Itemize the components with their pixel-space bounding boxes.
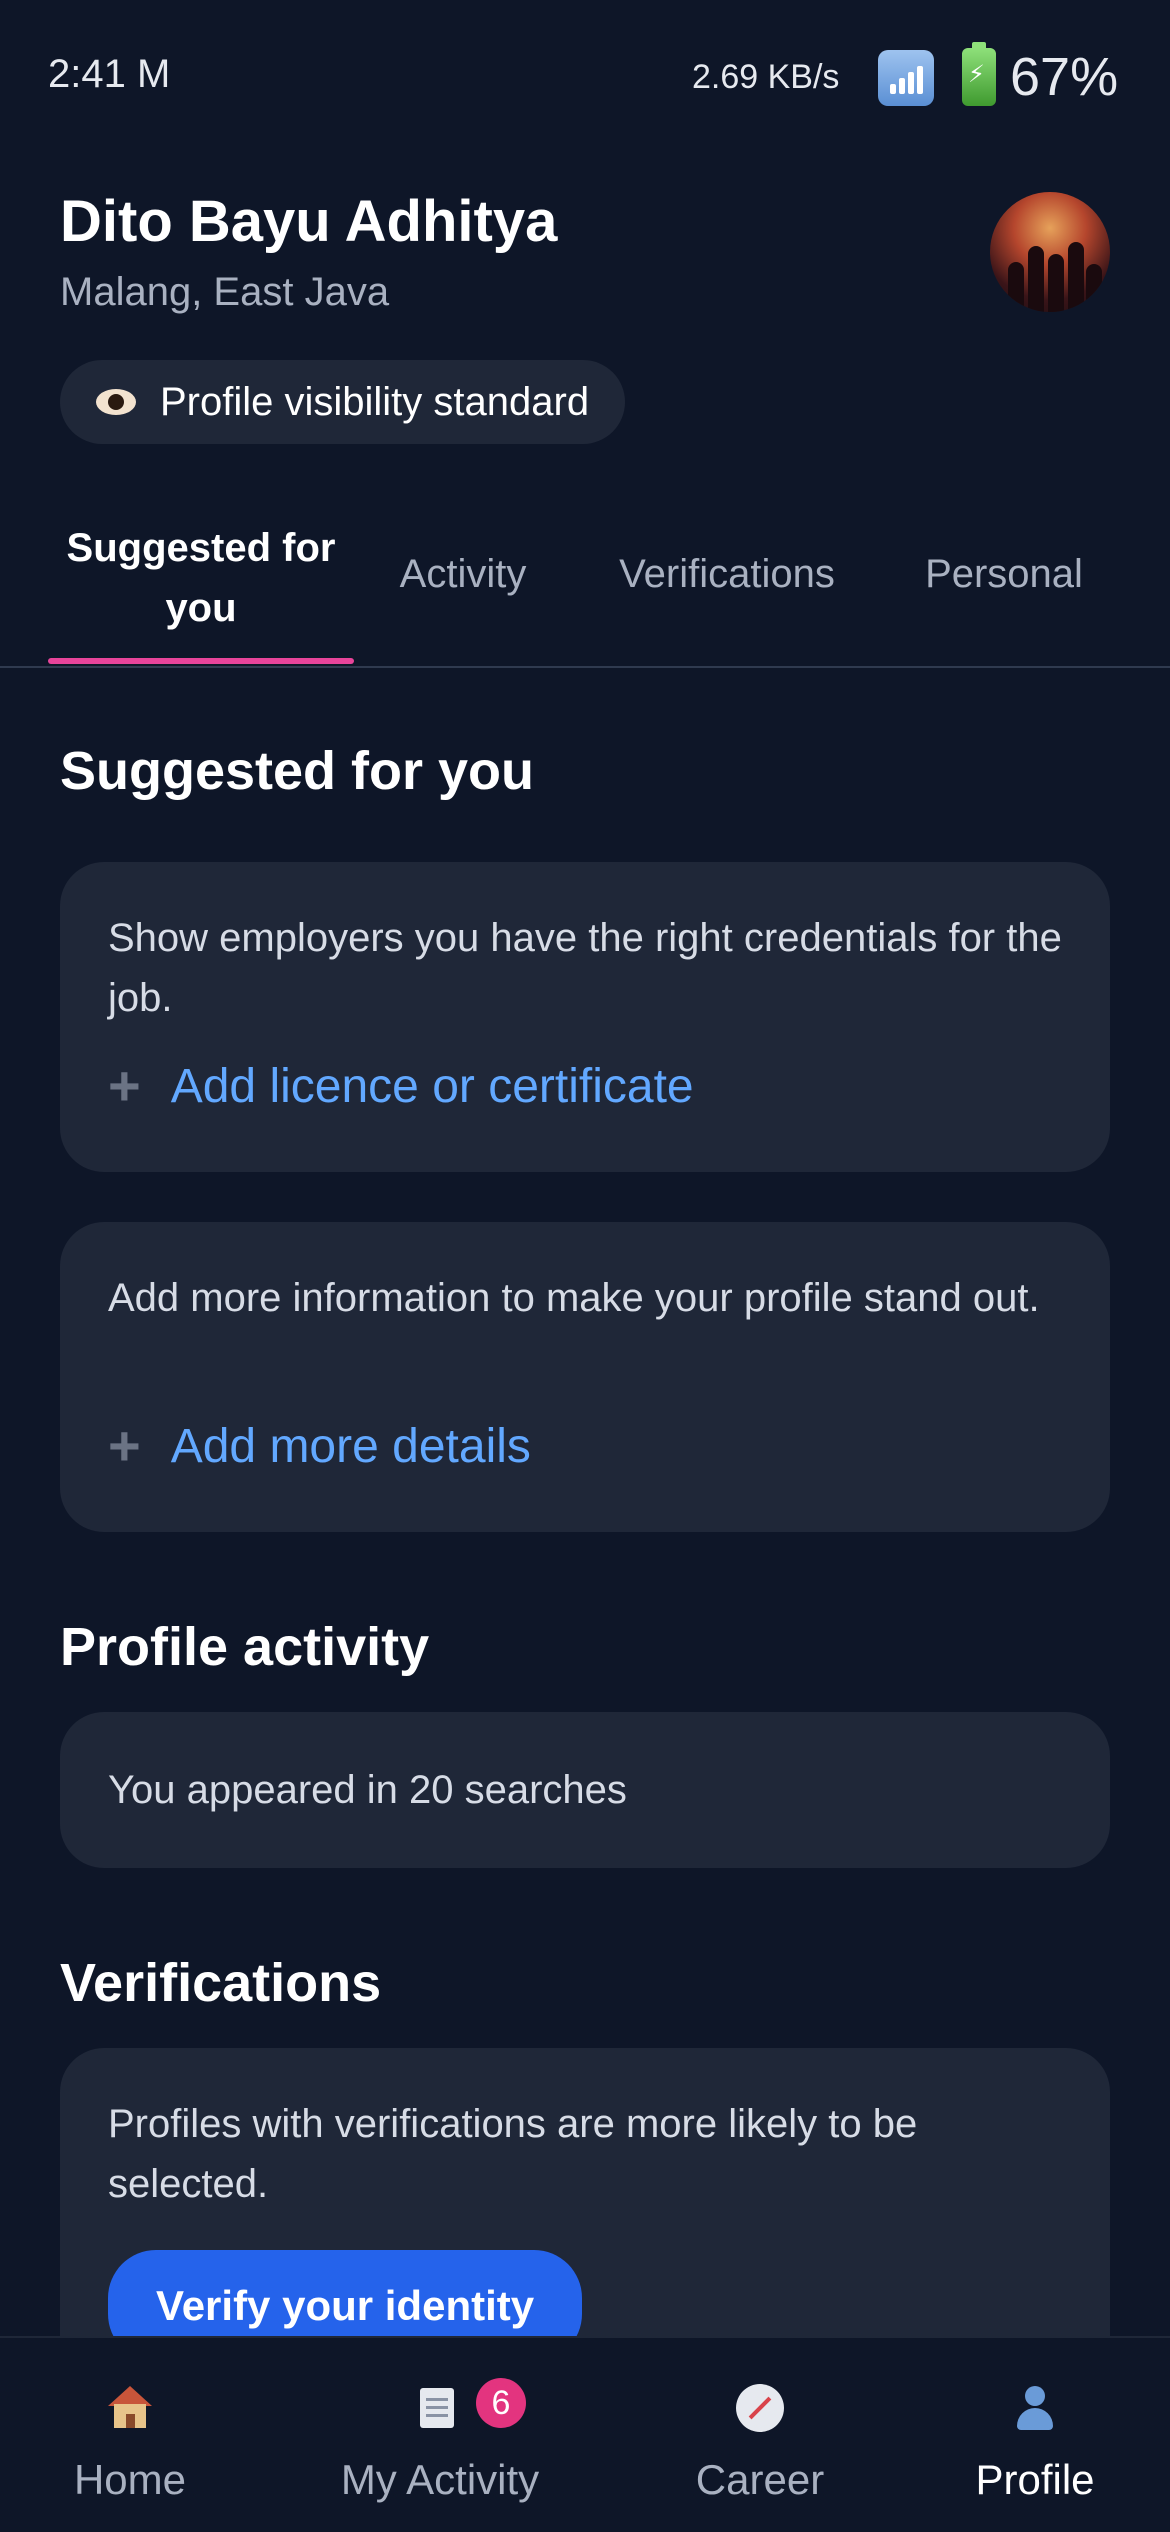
- tab-personal[interactable]: Personal: [906, 552, 1102, 597]
- add-details-label: Add more details: [170, 1419, 531, 1473]
- person-icon: [1011, 2384, 1059, 2432]
- plus-icon: +: [108, 1054, 141, 1117]
- nav-home-label: Home: [73, 2456, 187, 2503]
- nav-my-activity[interactable]: 6 My Activity: [320, 2338, 560, 2532]
- nav-home[interactable]: Home: [40, 2338, 220, 2532]
- details-card-text: Add more information to make your profil…: [108, 1276, 1040, 1320]
- tab-label: Verifications: [619, 552, 835, 596]
- bottom-navigation: Home 6 My Activity Career Profile: [0, 2336, 1170, 2532]
- profile-screen: 2:41 M 2.69 KB/s 67% Dito Bayu Adhitya M…: [0, 0, 1170, 2532]
- active-tab-indicator: [48, 658, 354, 664]
- notification-badge: 6: [476, 2378, 526, 2428]
- activity-section-title: Profile activity: [60, 1617, 430, 1677]
- add-licence-link[interactable]: + Add licence or certificate: [108, 1058, 694, 1114]
- profile-location: Malang, East Java: [60, 270, 390, 314]
- battery-percent: 67%: [1010, 47, 1119, 107]
- profile-visibility-label: Profile visibility standard: [160, 379, 590, 424]
- status-time: 2:41 M: [48, 52, 171, 96]
- add-licence-label: Add licence or certificate: [170, 1059, 694, 1113]
- status-bar: 2:41 M 2.69 KB/s 67%: [0, 0, 1170, 150]
- nav-career[interactable]: Career: [670, 2338, 850, 2532]
- nav-career-label: Career: [695, 2456, 825, 2503]
- tab-label: Personal: [925, 552, 1083, 596]
- credentials-card: Show employers you have the right creden…: [60, 862, 1110, 1172]
- nav-my-activity-label: My Activity: [340, 2456, 540, 2503]
- network-speed: 2.69 KB/s: [692, 58, 840, 96]
- verifications-card-text: Profiles with verifications are more lik…: [108, 2102, 918, 2206]
- nav-profile-label: Profile: [975, 2456, 1095, 2503]
- activity-card-text: You appeared in 20 searches: [108, 1768, 627, 1812]
- plus-icon: +: [108, 1414, 141, 1477]
- add-details-link[interactable]: + Add more details: [108, 1418, 531, 1474]
- profile-visibility-button[interactable]: Profile visibility standard: [60, 360, 626, 444]
- profile-name: Dito Bayu Adhitya: [60, 189, 558, 254]
- tab-activity[interactable]: Activity: [380, 552, 546, 597]
- suggested-section-title: Suggested for you: [60, 741, 535, 801]
- document-icon: [416, 2384, 464, 2432]
- verifications-section-title: Verifications: [60, 1953, 382, 2013]
- tab-suggested-for-you[interactable]: Suggested for you: [60, 518, 342, 638]
- tab-label: Suggested for you: [66, 526, 336, 630]
- compass-icon: [736, 2384, 784, 2432]
- signal-icon: [878, 50, 934, 106]
- tab-label: Activity: [399, 552, 527, 596]
- eye-icon: [96, 389, 136, 415]
- details-card: Add more information to make your profil…: [60, 1222, 1110, 1532]
- credentials-card-text: Show employers you have the right creden…: [108, 916, 1062, 1020]
- activity-card[interactable]: You appeared in 20 searches: [60, 1712, 1110, 1868]
- tab-verifications[interactable]: Verifications: [598, 552, 856, 597]
- battery-icon: [962, 42, 996, 106]
- avatar[interactable]: [990, 192, 1110, 312]
- profile-tabs: Suggested for you Activity Verifications…: [0, 500, 1170, 668]
- nav-profile[interactable]: Profile: [950, 2338, 1120, 2532]
- home-icon: [106, 2384, 154, 2432]
